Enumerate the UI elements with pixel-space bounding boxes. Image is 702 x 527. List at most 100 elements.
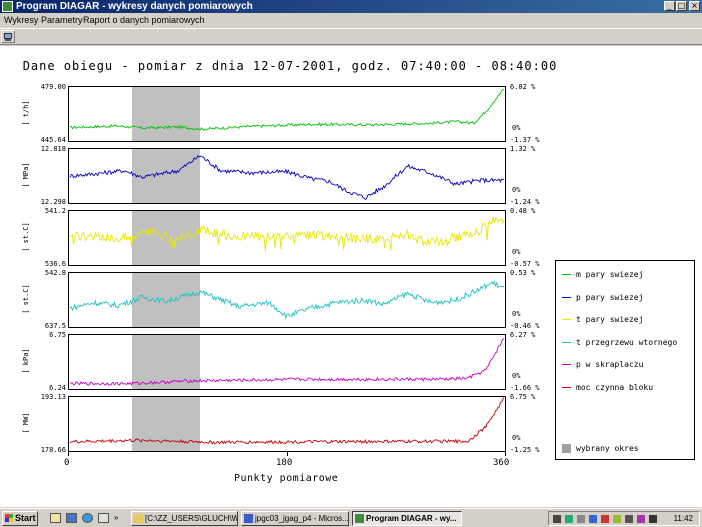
series-line [69,216,505,252]
outlook-icon[interactable] [98,513,109,523]
range-top-label: 0.48 % [510,207,536,215]
task-word[interactable]: jpgc03_jgag_p4 - Micros... [241,511,349,526]
legend-label: m pary swiezej [576,270,644,279]
series-plot [69,216,505,252]
task-diagar[interactable]: Program DIAGAR - wy... [352,511,462,526]
y-min-label: 445.64 [40,136,66,144]
range-bottom-label: -1.25 % [510,446,540,454]
y-axis-unit-label: [ MW] [22,412,30,434]
series-plot [69,280,505,320]
legend: m pary swiezej p pary swiezej t pary swiez… [555,260,695,460]
y-max-label: 12.818 [40,145,66,153]
range-bottom-label: -1.24 % [510,198,540,206]
series-plot [69,338,505,386]
chart-panel [68,334,506,390]
series-plot [69,88,505,131]
diagar-icon [355,514,364,523]
x-tick-label: 360 [493,458,510,468]
y-min-label: 536.6 [44,260,66,268]
legend-label: moc czynna bloku [576,382,654,392]
menu-wykresy[interactable]: Wykresy [4,14,38,27]
x-tick-label: 0 [64,458,70,468]
range-zero-label: 0% [512,124,521,133]
range-zero-label: 0% [512,186,521,195]
clock: 11:42 [673,514,693,523]
tray-icon[interactable] [577,515,585,523]
tray-icon[interactable] [565,515,573,523]
y-min-label: 637.5 [44,322,66,330]
maximize-button[interactable]: □ [676,1,687,11]
series-line [69,397,505,445]
tray-icon[interactable] [625,515,633,523]
chart-title: Dane obiegu - pomiar z dnia 12-07-2001, … [22,59,558,73]
chart-panel [68,210,506,266]
y-axis-unit-label: [ st.C] [22,222,30,252]
y-axis-unit-label: [ kPa] [22,348,30,374]
legend-swatch [562,364,571,365]
title-bar: Program DIAGAR - wykresy danych pomiarow… [0,0,702,13]
tray-icon[interactable] [589,515,597,523]
selected-period-swatch [562,444,571,453]
series-plot [69,154,505,200]
series-plot [69,397,505,445]
y-max-label: 542.8 [44,269,66,277]
desktop-icon[interactable] [50,513,61,523]
tray-icon[interactable] [637,515,645,523]
legend-label: t pary swiezej [576,315,644,324]
range-bottom-label: -1.66 % [510,384,540,392]
range-zero-label: 0% [512,372,521,381]
chart-panel [68,272,506,328]
menu-bar: Wykresy Parametry Raport o danych pomiar… [0,13,702,28]
y-max-label: 541.2 [44,207,66,215]
series-line [69,280,505,320]
range-top-label: 6.27 % [510,331,536,339]
menu-raport[interactable]: Raport o danych pomiarowych [83,14,205,27]
browser-icon[interactable] [82,513,93,523]
legend-label: p pary swiezej [576,292,644,302]
x-tick-label: 180 [276,458,293,468]
chevron-icon[interactable]: » [114,513,125,523]
legend-swatch [562,386,571,388]
y-min-label: 178.66 [40,446,66,454]
y-axis-unit-label: [ MPa] [22,162,30,188]
system-tray: 11:42 [548,511,700,526]
series-line [69,88,505,131]
legend-label: wybrany okres [576,444,639,453]
range-zero-label: 0% [512,248,521,257]
y-min-label: 6.24 [49,384,66,392]
close-button[interactable]: × [689,1,700,11]
tray-icon[interactable] [613,515,621,523]
x-tick [505,451,506,456]
legend-label: t przegrzewu wtornego [576,337,678,347]
range-top-label: 1.32 % [510,145,536,153]
range-top-label: 6.75 % [510,393,536,401]
task-label: [C:\ZZ_USERS\GLUCH\W... [145,514,238,523]
chart-icon[interactable] [1,30,15,43]
tray-icon[interactable] [601,515,609,523]
legend-swatch [562,296,571,298]
task-explorer[interactable]: [C:\ZZ_USERS\GLUCH\W... [131,511,238,526]
chart-panel [68,148,506,204]
tray-icon[interactable] [649,515,657,523]
range-bottom-label: -0.46 % [510,322,540,330]
menu-parametry[interactable]: Parametry [41,14,83,27]
task-label: Program DIAGAR - wy... [366,514,457,523]
chart-panel [68,86,506,142]
y-axis-unit-label: [ st.C] [22,284,30,314]
window-title: Program DIAGAR - wykresy danych pomiarow… [16,1,253,12]
task-label: jpgc03_jgag_p4 - Micros... [255,514,349,523]
folder-icon [134,514,143,523]
start-button[interactable]: Start [2,511,38,526]
app-icon [2,1,13,12]
legend-swatch [562,274,571,275]
range-zero-label: 0% [512,434,521,443]
x-axis-title: Punkty pomiarowe [234,473,339,484]
minimize-button[interactable]: _ [664,1,675,11]
y-max-label: 193.13 [40,393,66,401]
y-min-label: 12.298 [40,198,66,206]
range-bottom-label: -0.57 % [510,260,540,268]
explorer-icon[interactable] [66,513,77,523]
taskbar: Start » [C:\ZZ_USERS\GLUCH\W... jpgc03_j… [0,508,702,527]
tray-icon[interactable] [553,515,561,523]
chart-panel [68,396,506,452]
